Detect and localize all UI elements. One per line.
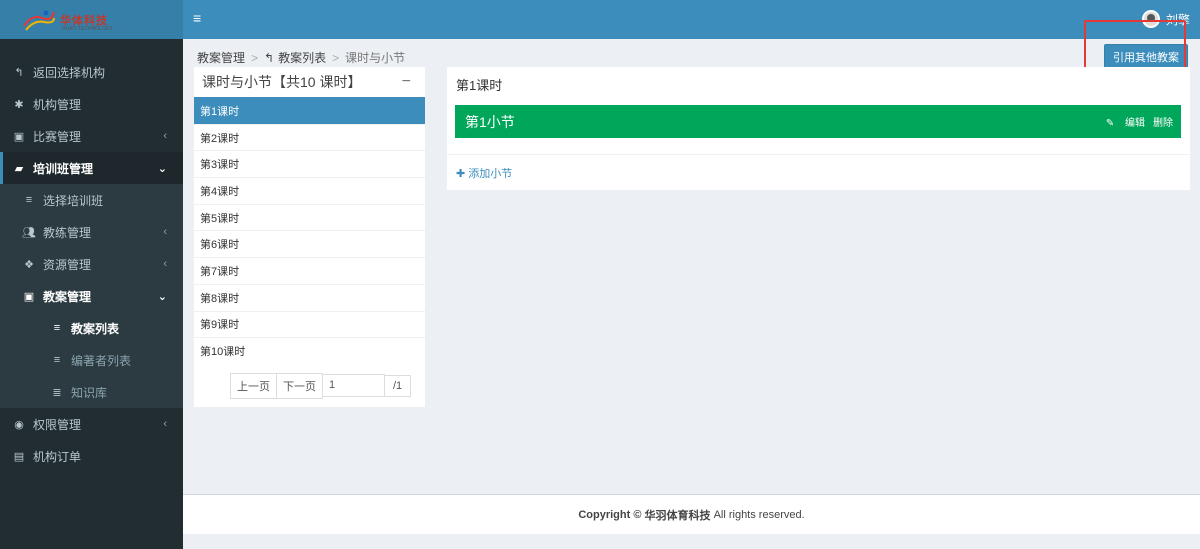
add-section-link[interactable]: ✚ 添加小节 (456, 165, 512, 181)
user-name: 刘擎 (1165, 12, 1190, 27)
sidebar-item-competition[interactable]: ▣ 比赛管理 ‹ (0, 120, 183, 152)
rights-text: All rights reserved. (713, 508, 805, 521)
section-name: 第1小节 (465, 113, 515, 130)
footer: Copyright © 华羽体育科技 All rights reserved. (183, 494, 1200, 534)
chevron-left-icon: ‹ (163, 226, 167, 238)
divider (447, 154, 1190, 155)
card-icon: ▤ (13, 450, 25, 463)
top-header: ≡ 刘擎 (183, 0, 1200, 39)
sidebar-item-label: 教案管理 (43, 289, 92, 304)
sidebar-item-resources[interactable]: ❖ 资源管理 ‹ (0, 248, 183, 280)
section-actions: ✎ 编辑 删除 (1090, 114, 1173, 129)
logo-runner-icon (23, 10, 55, 31)
logo[interactable]: 华体科技 HUATI TECHNOLOGY (0, 0, 183, 39)
sidebar-item-label: 教案列表 (71, 321, 120, 336)
sidebar-item-label: 编著者列表 (71, 353, 132, 368)
lesson-item[interactable]: 第10课时 (194, 337, 425, 364)
sidebar-item-select-class[interactable]: ≡ 选择培训班 (0, 184, 183, 216)
sidebar-item-label: 选择培训班 (43, 193, 104, 208)
sidebar-item-lesson-list[interactable]: ≡ 教案列表 (0, 312, 183, 344)
section-item[interactable]: 第1小节 ✎ 编辑 删除 (455, 105, 1181, 138)
chevron-down-icon: ⌄ (157, 290, 167, 303)
lesson-item[interactable]: 第8课时 (194, 283, 425, 311)
lock-icon: ◉ (14, 418, 24, 431)
sidebar: 华体科技 HUATI TECHNOLOGY ↰ 返回选择机构 ✱ 机构管理 ▣ 比赛管… (0, 0, 183, 549)
sidebar-item-lesson-plans[interactable]: ▣ 教案管理 ⌄ (0, 280, 183, 312)
breadcrumb-separator: > (332, 50, 340, 65)
add-section-label: 添加小节 (468, 168, 513, 180)
edit-section-button[interactable]: ✎ 编辑 (1098, 114, 1145, 129)
breadcrumb: 教案管理 > ↰ 教案列表 > 课时与小节 (197, 49, 405, 66)
sidebar-item-label: 返回选择机构 (33, 65, 106, 80)
chevron-left-icon: ‹ (163, 130, 167, 142)
gear-icon: ✱ (14, 98, 24, 111)
page-number-input[interactable]: 1 (323, 374, 385, 398)
back-arrow-icon: ↰ (14, 66, 24, 79)
page-total: /1 (385, 374, 412, 397)
lesson-item[interactable]: 第3课时 (194, 150, 425, 177)
lesson-item[interactable]: 第2课时 (194, 123, 425, 151)
breadcrumb-root[interactable]: 教案管理 (197, 49, 245, 66)
sidebar-item-permissions[interactable]: ◉ 权限管理 ‹ (0, 408, 183, 440)
sidebar-item-back[interactable]: ↰ 返回选择机构 (0, 56, 183, 88)
sidebar-item-coaches[interactable]: 👥︎ 教练管理 ‹ (0, 216, 183, 248)
sidebar-item-label: 机构订单 (33, 449, 82, 464)
company-name: 华羽体育科技 (644, 509, 711, 522)
lessons-panel-header: 课时与小节【共10 课时】 − (194, 67, 425, 97)
lessons-panel: 课时与小节【共10 课时】 − 第1课时 第2课时 第3课时 第4课时 第5课时… (194, 67, 425, 407)
next-page-button[interactable]: 下一页 (277, 372, 323, 399)
database-icon: ≣ (52, 386, 62, 399)
sidebar-item-label: 资源管理 (43, 257, 92, 272)
list-icon: ≡ (25, 194, 33, 206)
hamburger-icon[interactable]: ≡ (193, 10, 201, 26)
chevron-left-icon: ‹ (163, 258, 167, 270)
sidebar-item-label: 知识库 (71, 385, 108, 400)
breadcrumb-current: 课时与小节 (345, 51, 406, 65)
lesson-item[interactable]: 第7课时 (194, 257, 425, 284)
users-icon: 👥︎ (22, 226, 36, 239)
lesson-item[interactable]: 第6课时 (194, 230, 425, 257)
lesson-item[interactable]: 第4课时 (194, 177, 425, 204)
sidebar-item-authors[interactable]: ≡ 编著者列表 (0, 344, 183, 376)
edit-label: 编辑 (1125, 118, 1145, 129)
sidebar-item-knowledge[interactable]: ≣ 知识库 (0, 376, 183, 408)
user-menu[interactable]: 刘擎 (1141, 10, 1190, 28)
back-arrow-icon: ↰ (264, 50, 275, 65)
lesson-title: 第1课时 (456, 78, 503, 93)
sidebar-item-label: 比赛管理 (33, 129, 82, 144)
calendar-icon: ▣ (13, 130, 25, 143)
sidebar-item-label: 培训班管理 (33, 161, 94, 176)
book-icon: ▰ (14, 162, 24, 175)
sidebar-item-label: 机构管理 (33, 97, 82, 112)
lesson-item[interactable]: 第5课时 (194, 203, 425, 231)
collapse-icon[interactable]: − (402, 73, 411, 91)
pencil-icon: ✎ (1105, 118, 1115, 129)
breadcrumb-list[interactable]: 教案列表 (278, 49, 326, 66)
logo-subtext: HUATI TECHNOLOGY (62, 26, 113, 32)
main-content: 教案管理 > ↰ 教案列表 > 课时与小节 引用其他教案 课时与小节【共10 课… (183, 20, 1200, 494)
delete-section-button[interactable]: 删除 (1153, 114, 1173, 129)
chevron-left-icon: ‹ (163, 418, 167, 430)
plus-icon: ✚ (456, 168, 466, 180)
sidebar-item-org[interactable]: ✱ 机构管理 (0, 88, 183, 120)
avatar (1141, 10, 1160, 28)
lesson-item[interactable]: 第9课时 (194, 310, 425, 338)
lessons-panel-title: 课时与小节【共10 课时】 (202, 74, 362, 90)
sidebar-nav: ↰ 返回选择机构 ✱ 机构管理 ▣ 比赛管理 ‹ ▰ 培训班管理 ⌄ ≡ 选择培训班 👥︎ 教练… (0, 56, 183, 472)
lesson-detail-panel: 第1课时 第1小节 ✎ 编辑 删除 ✚ 添加小节 (447, 67, 1190, 190)
prev-page-button[interactable]: 上一页 (230, 372, 277, 399)
cubes-icon: ❖ (24, 258, 34, 271)
sidebar-item-label: 权限管理 (33, 417, 82, 432)
copyright-label: Copyright © (578, 508, 642, 521)
chevron-down-icon: ⌄ (157, 162, 167, 175)
breadcrumb-separator: > (251, 50, 259, 65)
sidebar-item-label: 教练管理 (43, 225, 92, 240)
pagination: 上一页 下一页 1 /1 (194, 364, 425, 399)
calendar-icon: ▣ (23, 290, 35, 303)
list-icon: ≡ (53, 322, 61, 334)
list-icon: ≡ (53, 354, 61, 366)
sidebar-item-training[interactable]: ▰ 培训班管理 ⌄ (0, 152, 183, 184)
sidebar-item-orders[interactable]: ▤ 机构订单 (0, 440, 183, 472)
lesson-item[interactable]: 第1课时 (194, 97, 425, 124)
